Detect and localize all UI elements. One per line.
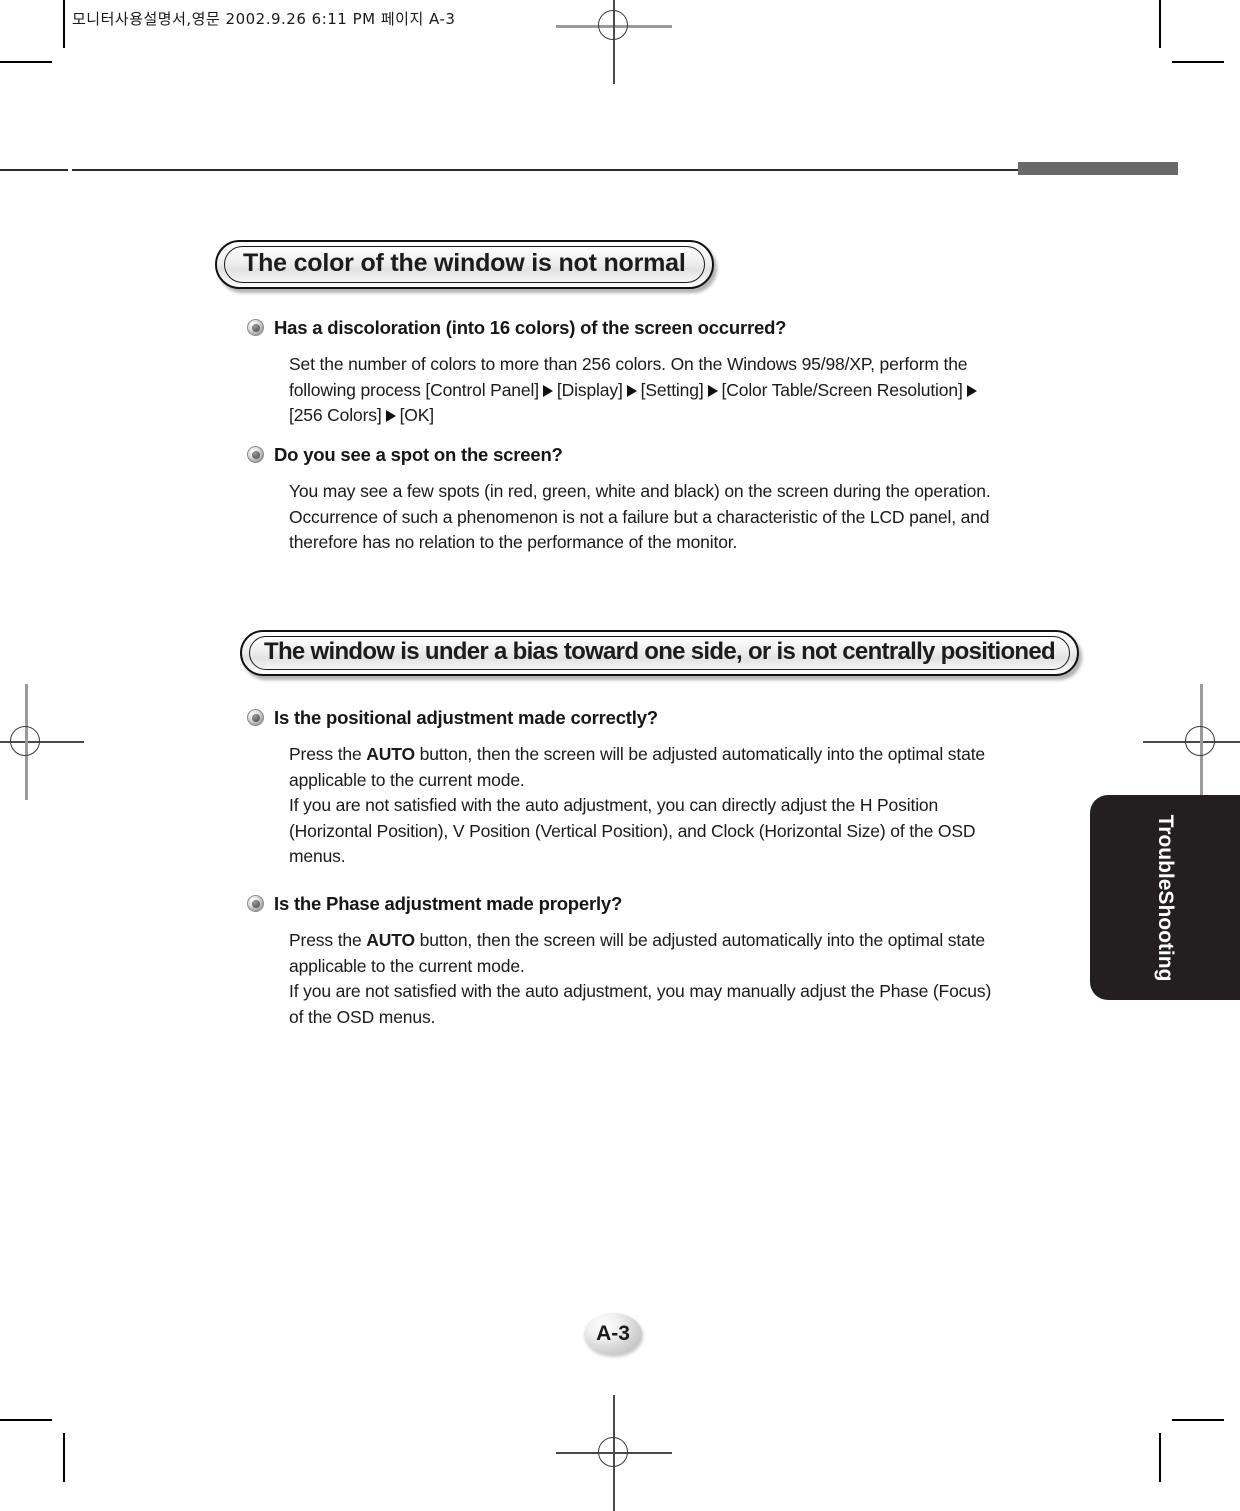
arrow-icon	[542, 384, 553, 397]
question-text: Has a discoloration (into 16 colors) of …	[274, 317, 787, 338]
crop-mark-top-left-vertical	[63, 0, 65, 48]
qa-block-discoloration: Has a discoloration (into 16 colors) of …	[247, 316, 1007, 429]
crop-mark-top-right-vertical	[1159, 0, 1161, 48]
answer-line2: If you are not satisfied with the auto a…	[289, 795, 976, 867]
question-text: Do you see a spot on the screen?	[274, 444, 563, 465]
printer-slug: 모니터사용설명서,영문 2002.9.26 6:11 PM 페이지 A-3	[72, 10, 456, 28]
crop-mark-top-right-horizontal	[1172, 61, 1224, 63]
regmark-circle	[598, 1437, 628, 1467]
crop-mark-top-left-horizontal	[0, 61, 52, 63]
page-number-badge: A-3	[584, 1313, 642, 1355]
registration-mark-bottom-center	[556, 1395, 672, 1511]
bullet-icon	[247, 319, 264, 336]
answer-text-phase: Press the AUTO button, then the screen w…	[289, 928, 1007, 1030]
qa-block-phase: Is the Phase adjustment made properly? P…	[247, 892, 1007, 1030]
header-accent-bar	[1018, 162, 1178, 175]
answer-text-positional: Press the AUTO button, then the screen w…	[289, 742, 1007, 870]
section-banner-color: The color of the window is not normal	[215, 240, 714, 289]
question-row: Is the Phase adjustment made properly?	[247, 892, 1007, 915]
header-rule	[72, 169, 1018, 171]
answer-text-spot: You may see a few spots (in red, green, …	[289, 481, 991, 553]
question-text: Is the positional adjustment made correc…	[274, 707, 658, 728]
question-row: Has a discoloration (into 16 colors) of …	[247, 316, 1007, 339]
side-tab-troubleshooting: TroubleShooting	[1090, 795, 1240, 1000]
crop-mark-bottom-right-vertical	[1159, 1433, 1161, 1482]
crop-mark-bottom-left-horizontal	[0, 1419, 52, 1421]
arrow-icon	[626, 384, 637, 397]
section-banner-bias: The window is under a bias toward one si…	[240, 630, 1079, 676]
banner-title: The window is under a bias toward one si…	[264, 638, 1056, 665]
arrow-icon	[966, 384, 977, 397]
banner-title: The color of the window is not normal	[243, 249, 686, 277]
banner-pill: The window is under a bias toward one si…	[240, 630, 1079, 676]
registration-mark-top-center	[556, 0, 672, 84]
answer-lead: Press the	[289, 744, 367, 765]
question-row: Do you see a spot on the screen?	[247, 443, 1007, 466]
answer-line2: If you are not satisfied with the auto a…	[289, 981, 992, 1027]
crop-mark-bottom-left-vertical	[63, 1433, 65, 1482]
registration-mark-right-middle	[1143, 684, 1240, 800]
regmark-circle	[10, 726, 40, 756]
auto-button-keyword: AUTO	[366, 744, 415, 765]
bullet-icon	[247, 895, 264, 912]
bullet-icon	[247, 446, 264, 463]
bullet-icon	[247, 709, 264, 726]
header-rule-left-segment	[0, 169, 68, 171]
answer-text-discoloration: Set the number of colors to more than 25…	[289, 352, 1007, 429]
registration-mark-left-middle	[0, 684, 84, 800]
qa-block-positional: Is the positional adjustment made correc…	[247, 706, 1007, 870]
arrow-icon	[385, 410, 396, 423]
question-text: Is the Phase adjustment made properly?	[274, 893, 623, 914]
side-tab-label: TroubleShooting	[1154, 814, 1177, 981]
auto-button-keyword: AUTO	[366, 930, 415, 951]
regmark-circle	[598, 10, 628, 40]
qa-block-spot: Do you see a spot on the screen? You may…	[247, 443, 1007, 556]
regmark-circle	[1185, 726, 1215, 756]
crop-mark-bottom-right-horizontal	[1172, 1419, 1224, 1421]
question-row: Is the positional adjustment made correc…	[247, 706, 1007, 729]
arrow-icon	[707, 384, 718, 397]
banner-pill: The color of the window is not normal	[215, 240, 714, 289]
answer-lead: Press the	[289, 930, 367, 951]
